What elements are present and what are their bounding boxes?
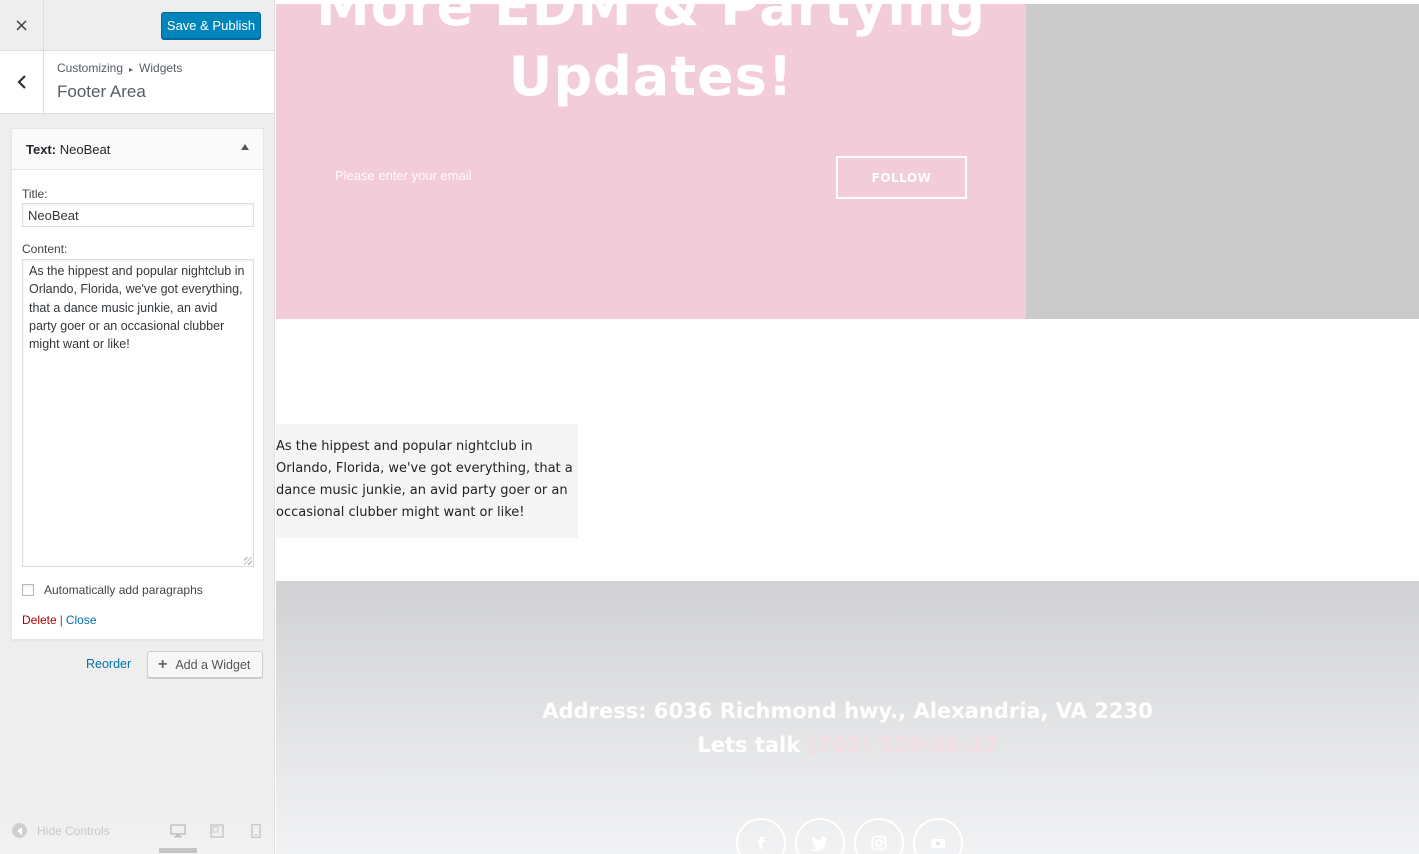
section-header: Customizing ▸ Widgets Footer Area bbox=[0, 51, 274, 114]
breadcrumb: Customizing ▸ Widgets bbox=[57, 61, 182, 75]
back-button[interactable] bbox=[0, 51, 44, 113]
add-widget-button[interactable]: + Add a Widget bbox=[147, 651, 263, 678]
image-placeholder bbox=[1026, 4, 1419, 319]
add-widget-label: Add a Widget bbox=[175, 657, 251, 672]
hide-controls-label: Hide Controls bbox=[37, 823, 110, 838]
customizer-header: × Save & Publish bbox=[0, 0, 274, 51]
auto-paragraphs-option[interactable]: Automatically add paragraphs bbox=[22, 583, 203, 597]
footer-contact: Lets talk (703) 329-06-32 bbox=[276, 733, 1419, 757]
action-separator: | bbox=[59, 613, 63, 627]
hide-controls-button[interactable]: Hide Controls bbox=[12, 823, 110, 838]
social-links: f bbox=[736, 818, 963, 854]
save-publish-button[interactable]: Save & Publish bbox=[161, 12, 261, 39]
footer-address: Address: 6036 Richmond hwy., Alexandria,… bbox=[542, 699, 1153, 723]
instagram-icon[interactable] bbox=[854, 818, 904, 854]
breadcrumb-customizing: Customizing bbox=[57, 61, 124, 75]
desktop-preview-icon[interactable] bbox=[170, 823, 186, 838]
twitter-icon[interactable] bbox=[795, 818, 845, 854]
resize-handle-icon[interactable] bbox=[244, 557, 252, 565]
close-icon[interactable]: × bbox=[0, 0, 44, 51]
plus-icon: + bbox=[158, 655, 168, 673]
mobile-preview-icon[interactable] bbox=[248, 823, 264, 839]
tablet-preview-icon[interactable] bbox=[209, 823, 225, 838]
close-link[interactable]: Close bbox=[66, 613, 97, 627]
breadcrumb-separator-icon: ▸ bbox=[129, 65, 134, 74]
site-footer: Address: 6036 Richmond hwy., Alexandria,… bbox=[276, 581, 1419, 854]
reorder-link[interactable]: Reorder bbox=[86, 657, 131, 671]
delete-link[interactable]: Delete bbox=[22, 613, 57, 627]
phone-link[interactable]: (703) 329-06-32 bbox=[808, 733, 998, 757]
site-preview: More EDM & Partying Updates! FOLLOW As t… bbox=[276, 0, 1419, 854]
widget-title: Text: NeoBeat bbox=[26, 142, 110, 157]
collapse-sidebar-icon bbox=[12, 823, 27, 838]
widget-type-label: Text: bbox=[26, 142, 57, 157]
newsletter-section: More EDM & Partying Updates! FOLLOW bbox=[276, 4, 1026, 319]
chevron-left-icon bbox=[16, 75, 26, 89]
widget-name: NeoBeat bbox=[59, 142, 111, 157]
widget-header[interactable]: Text: NeoBeat bbox=[12, 129, 263, 170]
widget-actions: Delete | Close bbox=[22, 613, 97, 627]
auto-paragraphs-label: Automatically add paragraphs bbox=[44, 583, 203, 597]
title-label: Title: bbox=[22, 187, 48, 201]
text-widget-panel: Text: NeoBeat Title: Content: As the hip… bbox=[11, 128, 264, 640]
widget-content-textarea[interactable]: As the hippest and popular nightclub in … bbox=[22, 259, 254, 567]
section-title: Footer Area bbox=[57, 82, 146, 101]
newsletter-heading: More EDM & Partying Updates! bbox=[316, 4, 986, 108]
contact-prefix: Lets talk bbox=[697, 733, 801, 757]
email-input[interactable] bbox=[335, 164, 755, 186]
facebook-icon[interactable]: f bbox=[736, 818, 786, 854]
customizer-sidebar: × Save & Publish Customizing ▸ Widgets Foo… bbox=[0, 0, 275, 854]
footer-text-widget: As the hippest and popular nightclub in … bbox=[276, 424, 578, 538]
content-label: Content: bbox=[22, 242, 68, 256]
auto-paragraphs-checkbox[interactable] bbox=[22, 584, 34, 596]
follow-button[interactable]: FOLLOW bbox=[836, 156, 967, 199]
breadcrumb-widgets: Widgets bbox=[139, 61, 183, 75]
collapse-arrow-icon[interactable] bbox=[241, 144, 249, 150]
youtube-icon[interactable] bbox=[913, 818, 963, 854]
active-device-indicator bbox=[159, 848, 197, 853]
widget-title-input[interactable] bbox=[22, 203, 254, 227]
customizer-footer: Hide Controls bbox=[0, 812, 274, 854]
